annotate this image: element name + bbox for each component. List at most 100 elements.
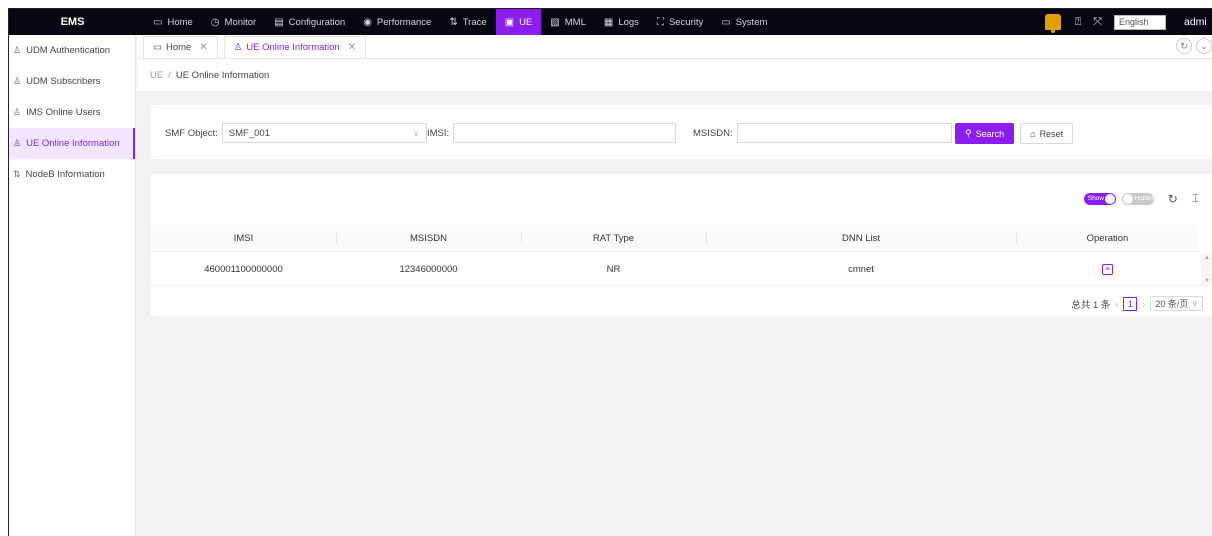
fullscreen-icon[interactable]: ⤧ — [1093, 16, 1102, 29]
chevron-down-icon: ∨ — [1191, 298, 1198, 308]
reset-button[interactable]: ⌂ Reset — [1020, 123, 1074, 144]
users-icon: ♙ — [13, 76, 22, 86]
cell-operation: ≡ — [1016, 263, 1199, 275]
refresh-icon[interactable]: ↻ — [1168, 192, 1178, 206]
tab-home[interactable]: ▭ Home ✕ — [143, 36, 218, 58]
sidebar-item-udm-authentication[interactable]: ♙ UDM Authentication — [9, 35, 135, 66]
nav-ue[interactable]: ▣ UE — [495, 9, 542, 35]
edit-icon: ▧ — [550, 16, 560, 28]
nav-monitor[interactable]: ◷ Monitor — [202, 9, 265, 35]
smf-object-label: SMF Object: — [165, 127, 218, 139]
users-icon: ♙ — [13, 138, 22, 148]
sidebar: ♙ UDM Authentication ♙ UDM Subscribers ♙ IM… — [9, 35, 136, 536]
nav-system[interactable]: ▭ System — [712, 9, 776, 35]
config-icon: ▤ — [274, 16, 284, 28]
chevron-down-icon[interactable]: ⌄ — [1196, 38, 1212, 54]
help-icon[interactable]: ⍰ — [1075, 16, 1082, 29]
search-button[interactable]: ⚲ Search — [955, 123, 1015, 144]
sidebar-item-ue-online-information[interactable]: ♙ UE Online Information — [9, 128, 135, 159]
imsi-input[interactable] — [453, 123, 677, 143]
folder-icon: ▭ — [721, 16, 731, 28]
breadcrumb-current: UE Online Information — [175, 69, 270, 81]
search-icon: ⚲ — [965, 128, 972, 138]
top-right-tools: ⍰ ⤧ English admi — [1044, 9, 1212, 35]
results-panel: Show Hidden ↻ ⌶ IMSI MSISDN RAT Type DNN… — [151, 174, 1212, 316]
column-header-msisdn: MSISDN — [336, 225, 521, 252]
column-header-imsi: IMSI — [233, 232, 254, 244]
tab-ue-online-information[interactable]: ♙ UE Online Information ✕ — [223, 36, 367, 58]
page-tabs: ▭ Home ✕ ♙ UE Online Information ✕ ↻ ⌄ — [137, 35, 1212, 59]
language-select[interactable]: English — [1114, 14, 1166, 30]
notification-icon[interactable] — [1044, 14, 1061, 33]
search-panel: SMF Object: SMF_001 ∨ IMSI: MSISDN: ⚲ Sea… — [151, 105, 1212, 159]
scroll-down-icon[interactable]: ▼ — [1204, 278, 1210, 284]
page-size-select[interactable]: 20 条/页 ∨ — [1150, 296, 1203, 311]
column-header-rat-type: RAT Type — [521, 225, 706, 252]
trace-icon: ⇅ — [13, 169, 21, 179]
main-nav: ▭ Home ◷ Monitor ▤ Configuration ◉ Performan… — [144, 9, 776, 35]
logs-icon: ▦ — [603, 16, 614, 28]
detail-icon[interactable]: ≡ — [1102, 264, 1113, 275]
nav-performance[interactable]: ◉ Performance — [354, 9, 440, 35]
column-header-operation: Operation — [1016, 225, 1199, 252]
hidden-toggle[interactable]: Hidden — [1121, 192, 1155, 205]
sidebar-item-nodeb-information[interactable]: ⇅ NodeB Information — [9, 159, 135, 190]
sidebar-item-ims-online-users[interactable]: ♙ IMS Online Users — [9, 97, 135, 128]
smf-object-row: SMF Object: SMF_001 ∨ — [165, 123, 427, 143]
msisdn-input[interactable] — [736, 123, 952, 143]
cell-imsi: 460001100000000 — [204, 263, 283, 275]
trace-icon: ⇅ — [449, 16, 458, 28]
cell-msisdn: 12346000000 — [399, 263, 458, 275]
breadcrumb-separator: / — [168, 69, 171, 81]
desktop-icon: ▭ — [153, 16, 163, 28]
msisdn-row: MSISDN: — [693, 123, 952, 143]
user-menu[interactable]: admi — [1184, 16, 1212, 28]
pagination-total: 总共 1 条 — [1071, 299, 1111, 311]
desktop-icon: ▭ — [153, 42, 162, 53]
chevron-right-icon[interactable]: › — [1142, 299, 1145, 309]
nav-mml[interactable]: ▧ MML — [541, 9, 595, 35]
page-number[interactable]: 1 — [1123, 296, 1138, 311]
imsi-label: IMSI: — [427, 127, 450, 139]
table-scrollbar[interactable]: ▲ ▼ — [1201, 253, 1212, 286]
users-icon: ♙ — [13, 45, 22, 55]
cell-dnn-list: cmnet — [848, 263, 874, 275]
users-icon: ♙ — [233, 42, 243, 53]
breadcrumb: UE / UE Online Information — [137, 59, 1212, 91]
nav-trace[interactable]: ⇅ Trace — [440, 9, 495, 35]
chevron-down-icon: ∨ — [412, 128, 419, 138]
close-icon[interactable]: ✕ — [199, 42, 207, 53]
clock-icon: ◷ — [210, 16, 220, 28]
cell-rat-type: NR — [606, 263, 621, 275]
nav-configuration[interactable]: ▤ Configuration — [265, 9, 354, 35]
nav-home[interactable]: ▭ Home — [144, 9, 202, 35]
column-header-dnn-list: DNN List — [706, 225, 1016, 252]
top-bar: EMS ▭ Home ◷ Monitor ▤ Configuration ◉ Perfo… — [9, 9, 1212, 35]
imsi-row: IMSI: — [427, 123, 677, 143]
sidebar-item-udm-subscribers[interactable]: ♙ UDM Subscribers — [9, 66, 135, 97]
eye-icon: ◉ — [363, 16, 372, 28]
refresh-icon[interactable]: ↻ — [1176, 38, 1192, 54]
pagination: 总共 1 条 ‹ 1 › 20 条/页 ∨ — [1071, 296, 1203, 311]
ue-icon: ▣ — [504, 16, 515, 28]
table-toolbar: Show Hidden ↻ ⌶ — [1083, 191, 1199, 206]
security-icon: ⛶ — [656, 16, 664, 28]
tabs-tools: ↻ ⌄ — [1176, 38, 1212, 54]
chevron-left-icon[interactable]: ‹ — [1115, 299, 1118, 309]
table-row: 460001100000000 12346000000 NR cmnet ≡ — [151, 253, 1199, 286]
breadcrumb-root[interactable]: UE — [150, 70, 163, 81]
search-actions: ⚲ Search ⌂ Reset — [955, 123, 1074, 144]
close-icon[interactable]: ✕ — [348, 42, 356, 53]
app-logo: EMS — [60, 16, 85, 28]
users-icon: ♙ — [13, 107, 22, 117]
reset-icon: ⌂ — [1030, 128, 1036, 139]
msisdn-label: MSISDN: — [693, 127, 733, 139]
scroll-up-icon[interactable]: ▲ — [1204, 255, 1210, 261]
show-toggle[interactable]: Show — [1083, 192, 1116, 205]
nav-security[interactable]: ⛶ Security — [648, 9, 712, 35]
table-header: IMSI MSISDN RAT Type DNN List Operation — [151, 225, 1199, 252]
column-height-icon[interactable]: ⌶ — [1192, 191, 1199, 206]
app-frame: EMS ▭ Home ◷ Monitor ▤ Configuration ◉ Perfo… — [8, 8, 1212, 536]
smf-object-select[interactable]: SMF_001 ∨ — [221, 123, 427, 143]
nav-logs[interactable]: ▦ Logs — [595, 9, 648, 35]
